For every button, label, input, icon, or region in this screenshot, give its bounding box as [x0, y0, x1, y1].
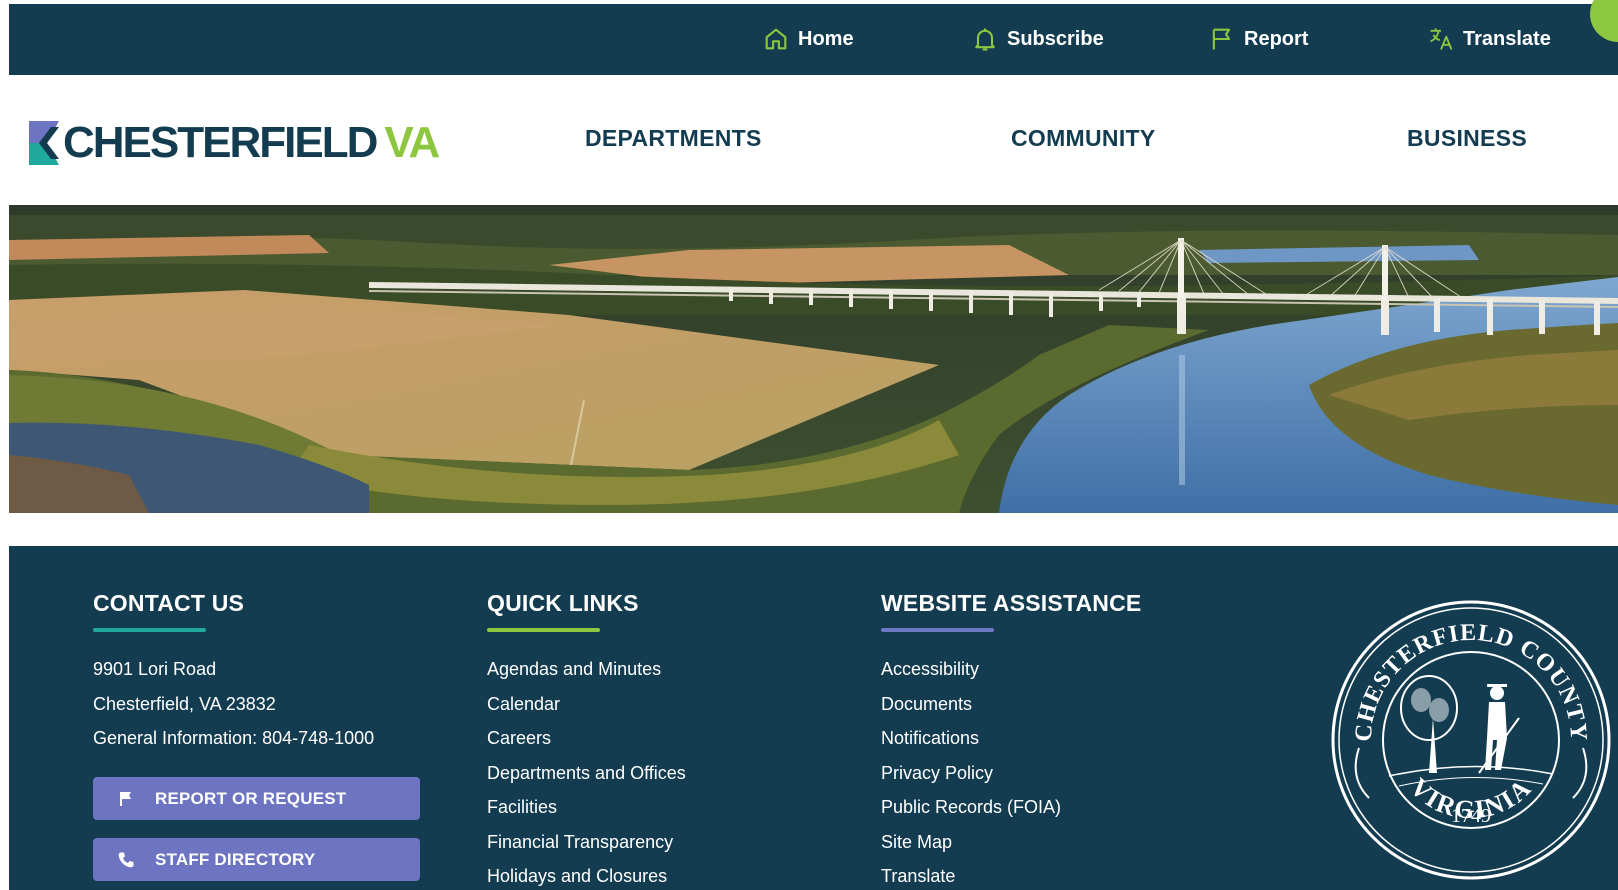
website-assistance-heading-underline	[881, 628, 994, 632]
footer-contact-column: CONTACT US 9901 Lori Road Chesterfield, …	[93, 590, 374, 756]
assistance-link-item[interactable]: Documents	[881, 687, 1141, 722]
flag-icon	[120, 791, 131, 806]
utility-subscribe-link[interactable]: Subscribe	[971, 24, 1104, 54]
assistance-link-item[interactable]: Accessibility	[881, 652, 1141, 687]
site-logo[interactable]: CHESTERFIELD VA	[29, 117, 440, 169]
quick-link-item[interactable]: Agendas and Minutes	[487, 652, 686, 687]
svg-text:VIRGINIA: VIRGINIA	[1404, 772, 1537, 824]
quick-links-heading: QUICK LINKS	[487, 590, 639, 616]
report-or-request-label: REPORT OR REQUEST	[155, 788, 347, 808]
utility-translate-label: Translate	[1463, 27, 1551, 50]
assistance-link-item[interactable]: Privacy Policy	[881, 756, 1141, 791]
utility-edge-badge	[1590, 0, 1618, 42]
assistance-link-item[interactable]: Public Records (FOIA)	[881, 790, 1141, 825]
quick-link-item[interactable]: Facilities	[487, 790, 686, 825]
utility-subscribe-label: Subscribe	[1007, 27, 1104, 50]
utility-report-label: Report	[1244, 27, 1309, 50]
contact-address-line: 9901 Lori Road	[93, 659, 217, 679]
assistance-link-item[interactable]: Site Map	[881, 825, 1141, 860]
quick-link-item[interactable]: Holidays and Closures	[487, 859, 686, 890]
staff-directory-button[interactable]: STAFF DIRECTORY	[93, 838, 420, 881]
logo-name: CHESTERFIELD	[63, 118, 378, 167]
quick-link-item[interactable]: Departments and Offices	[487, 756, 686, 791]
aerial-landscape-image	[9, 205, 1618, 513]
phone-icon	[118, 852, 134, 867]
quick-link-item[interactable]: Careers	[487, 721, 686, 756]
flag-icon	[1212, 28, 1231, 50]
contact-heading: CONTACT US	[93, 590, 245, 616]
page-frame: Home Subscribe Report Translate CHESTERF…	[9, 0, 1618, 890]
home-icon	[765, 28, 787, 50]
quick-link-item[interactable]: Financial Transparency	[487, 825, 686, 860]
county-seal: CHESTERFIELD COUNTY 1749 VIRGINIA	[1331, 600, 1611, 880]
footer-quick-links-column: QUICK LINKS Agendas and Minutes Calendar…	[487, 590, 686, 890]
staff-directory-label: STAFF DIRECTORY	[155, 849, 316, 869]
utility-home-link[interactable]: Home	[762, 24, 854, 54]
quick-links-heading-underline	[487, 628, 600, 632]
contact-heading-underline	[93, 628, 206, 632]
utility-home-label: Home	[798, 27, 854, 50]
logo-mark-icon	[29, 121, 59, 165]
assistance-link-item[interactable]: Translate	[881, 859, 1141, 890]
report-or-request-button[interactable]: REPORT OR REQUEST	[93, 777, 420, 820]
quick-link-item[interactable]: Calendar	[487, 687, 686, 722]
contact-phone-line: General Information: 804-748-1000	[93, 728, 375, 748]
site-footer: CONTACT US 9901 Lori Road Chesterfield, …	[9, 546, 1618, 890]
main-nav: CHESTERFIELD VA DEPARTMENTS COMMUNITY BUS…	[9, 75, 1618, 205]
nav-departments[interactable]: DEPARTMENTS	[585, 125, 762, 152]
logo-text: CHESTERFIELD VA	[63, 118, 440, 167]
website-assistance-heading: WEBSITE ASSISTANCE	[881, 590, 1142, 616]
bell-icon	[975, 28, 995, 51]
assistance-link-item[interactable]: Notifications	[881, 721, 1141, 756]
contact-city-line: Chesterfield, VA 23832	[93, 693, 276, 714]
logo-suffix: VA	[384, 118, 440, 167]
nav-business[interactable]: BUSINESS	[1407, 125, 1527, 152]
utility-report-link[interactable]: Report	[1208, 24, 1308, 54]
hero-image	[9, 205, 1618, 513]
translate-icon	[1430, 28, 1453, 50]
seal-bottom-text: VIRGINIA	[1404, 772, 1535, 824]
nav-community[interactable]: COMMUNITY	[1011, 125, 1156, 152]
utility-bar: Home Subscribe Report Translate	[9, 0, 1618, 75]
footer-website-assistance-column: WEBSITE ASSISTANCE Accessibility Documen…	[881, 590, 1141, 890]
utility-translate-link[interactable]: Translate	[1427, 24, 1551, 54]
